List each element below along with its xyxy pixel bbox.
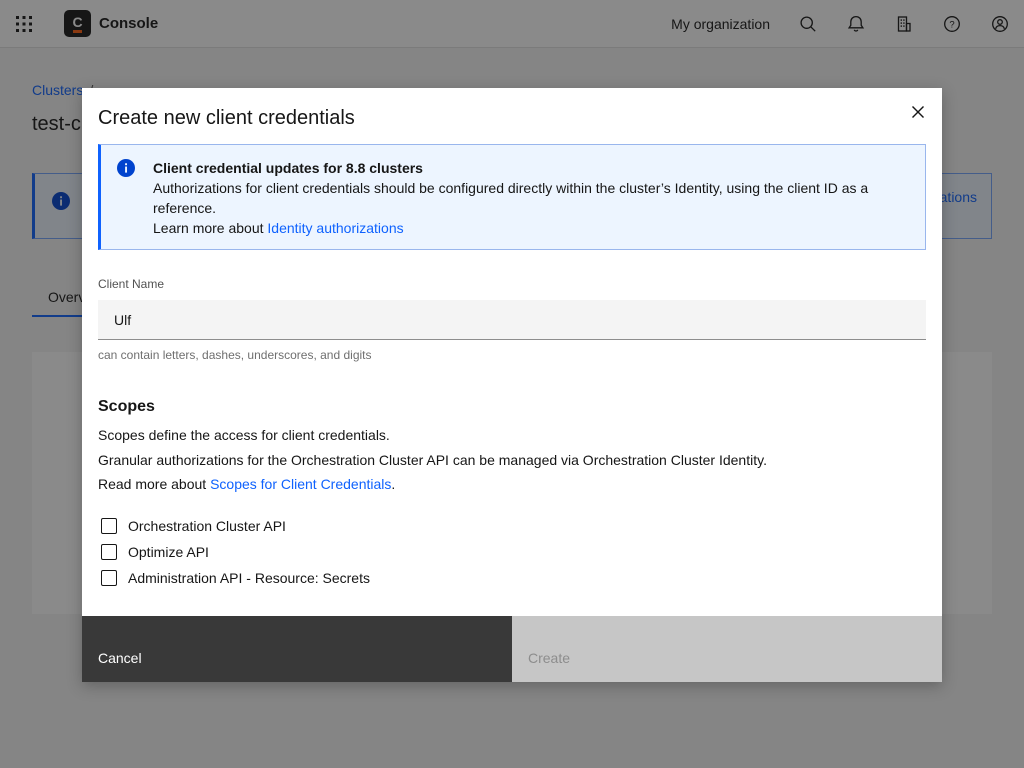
modal-header: Create new client credentials [82,88,942,130]
checkbox-label: Orchestration Cluster API [128,517,286,534]
modal-close-button[interactable] [894,88,942,136]
checkbox-orchestration-cluster-api[interactable] [101,517,117,534]
cancel-button[interactable]: Cancel [82,616,512,682]
checkbox-label: Optimize API [128,543,209,560]
client-name-label: Client Name [98,277,165,291]
modal-title: Create new client credentials [98,107,355,129]
info-icon [117,159,135,177]
client-name-helper-text: can contain letters, dashes, underscores… [98,348,372,362]
close-icon [912,106,924,118]
notification-body: Authorizations for client credentials sh… [153,180,869,216]
notification-learn-more: Learn more about Identity authorizations [153,218,909,238]
checkbox-row-optimize-api[interactable]: Optimize API [98,543,926,560]
scopes-description-1: Scopes define the access for client cred… [98,427,390,443]
read-more-prefix: Read more about [98,476,211,492]
modal-footer: Cancel Create [82,616,942,682]
scopes-heading: Scopes [98,398,155,415]
notification-title: Client credential updates for 8.8 cluste… [153,160,423,176]
checkbox-row-administration-api-secrets[interactable]: Administration API - Resource: Secrets [98,569,926,586]
info-notification: Client credential updates for 8.8 cluste… [98,144,926,250]
checkbox-administration-api-secrets[interactable] [101,569,117,586]
checkbox-row-orchestration-cluster-api[interactable]: Orchestration Cluster API [98,517,926,534]
scopes-description-2: Granular authorizations for the Orchestr… [98,451,767,468]
checkbox-optimize-api[interactable] [101,543,117,560]
create-button[interactable]: Create [512,616,942,682]
scopes-for-client-credentials-link[interactable]: Scopes for Client Credentials [210,476,391,492]
client-name-input[interactable] [98,300,926,340]
checkbox-label: Administration API - Resource: Secrets [128,569,370,586]
identity-authorizations-link[interactable]: Identity authorizations [267,220,403,236]
learn-more-prefix: Learn more about [153,220,268,236]
create-client-credentials-modal: Create new client credentials Client cre… [82,88,942,682]
scopes-description-3: Read more about Scopes for Client Creden… [98,472,926,497]
read-more-suffix: . [391,476,396,492]
